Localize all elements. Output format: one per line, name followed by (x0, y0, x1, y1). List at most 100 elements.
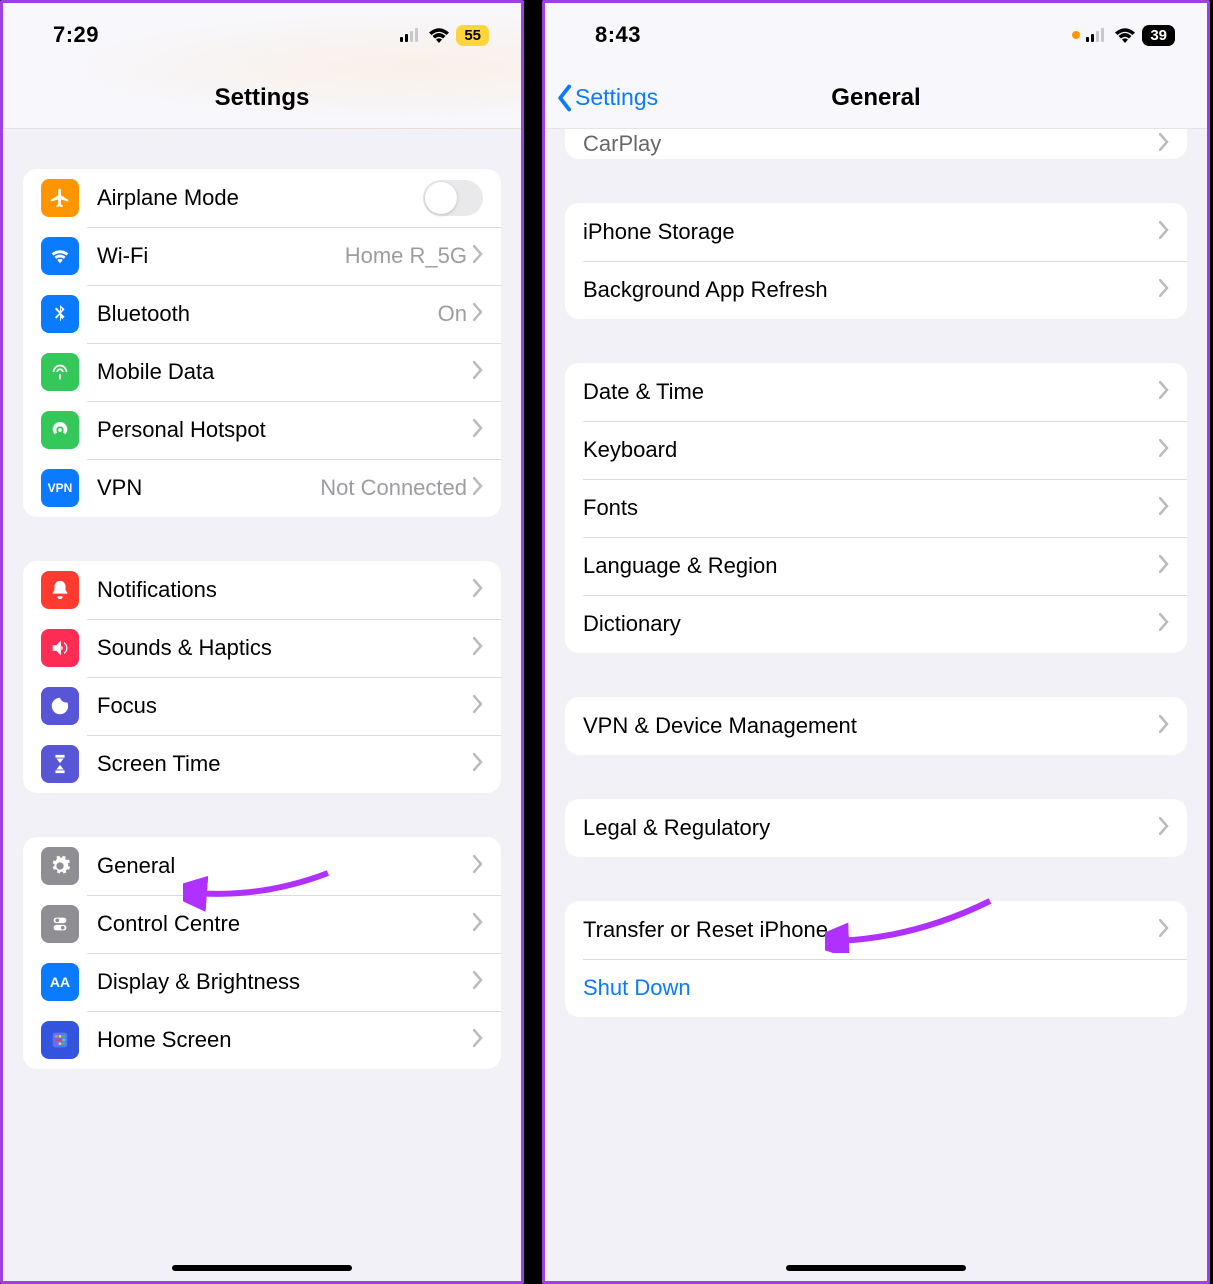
airplane-toggle[interactable] (423, 180, 483, 216)
back-button[interactable]: Settings (555, 67, 658, 128)
settings-content[interactable]: Airplane Mode Wi-Fi Home R_5G Bluetooth … (3, 129, 521, 1069)
status-time: 8:43 (595, 22, 641, 48)
group-partial: CarPlay (565, 129, 1187, 159)
row-label: Shut Down (583, 975, 1169, 1001)
row-label: Language & Region (583, 553, 1159, 579)
wifi-icon (428, 27, 450, 43)
nav-header: Settings General (545, 67, 1207, 129)
row-control-centre[interactable]: Control Centre (23, 895, 501, 953)
chevron-right-icon (1159, 131, 1169, 157)
group-vpn: VPN & Device Management (565, 697, 1187, 755)
row-iphone-storage[interactable]: iPhone Storage (565, 203, 1187, 261)
row-label: Dictionary (583, 611, 1159, 637)
home-indicator[interactable] (786, 1265, 966, 1271)
notifications-icon (41, 571, 79, 609)
home-screen-icon (41, 1021, 79, 1059)
vpn-icon: VPN (41, 469, 79, 507)
row-fonts[interactable]: Fonts (565, 479, 1187, 537)
row-shut-down[interactable]: Shut Down (565, 959, 1187, 1017)
focus-icon (41, 687, 79, 725)
row-home-screen[interactable]: Home Screen (23, 1011, 501, 1069)
chevron-right-icon (1159, 495, 1169, 521)
cellular-icon (400, 28, 422, 42)
group-legal: Legal & Regulatory (565, 799, 1187, 857)
chevron-right-icon (473, 577, 483, 603)
row-vpn[interactable]: VPN VPN Not Connected (23, 459, 501, 517)
status-icons: 39 (1072, 25, 1175, 46)
row-label: Personal Hotspot (97, 417, 473, 443)
screen-time-icon (41, 745, 79, 783)
hotspot-icon (41, 411, 79, 449)
home-indicator[interactable] (172, 1265, 352, 1271)
row-label: Mobile Data (97, 359, 473, 385)
chevron-right-icon (473, 359, 483, 385)
row-label: VPN (97, 475, 320, 501)
chevron-right-icon (1159, 219, 1169, 245)
display-icon: AA (41, 963, 79, 1001)
row-label: Screen Time (97, 751, 473, 777)
chevron-right-icon (473, 243, 483, 269)
row-dictionary[interactable]: Dictionary (565, 595, 1187, 653)
row-date-time[interactable]: Date & Time (565, 363, 1187, 421)
group-reset: Transfer or Reset iPhone Shut Down (565, 901, 1187, 1017)
status-bar: 7:29 55 (3, 3, 521, 67)
group-locale: Date & Time Keyboard Fonts Language & Re… (565, 363, 1187, 653)
airplane-icon (41, 179, 79, 217)
row-label: Legal & Regulatory (583, 815, 1159, 841)
chevron-right-icon (473, 635, 483, 661)
row-label: Sounds & Haptics (97, 635, 473, 661)
row-label: Airplane Mode (97, 185, 423, 211)
row-label: CarPlay (583, 131, 1159, 157)
row-screen-time[interactable]: Screen Time (23, 735, 501, 793)
row-wifi[interactable]: Wi-Fi Home R_5G (23, 227, 501, 285)
settings-group-network: Airplane Mode Wi-Fi Home R_5G Bluetooth … (23, 169, 501, 517)
row-label: Transfer or Reset iPhone (583, 917, 1159, 943)
row-transfer-reset[interactable]: Transfer or Reset iPhone (565, 901, 1187, 959)
chevron-left-icon (555, 84, 573, 112)
chevron-right-icon (473, 751, 483, 777)
row-label: iPhone Storage (583, 219, 1159, 245)
bluetooth-icon (41, 295, 79, 333)
status-icons: 55 (400, 25, 489, 46)
settings-group-general: General Control Centre AA Display & Brig… (23, 837, 501, 1069)
chevron-right-icon (1159, 437, 1169, 463)
row-mobile-data[interactable]: Mobile Data (23, 343, 501, 401)
row-general[interactable]: General (23, 837, 501, 895)
row-display-brightness[interactable]: AA Display & Brightness (23, 953, 501, 1011)
phone-general: 8:43 39 Settings General CarPlay iPhone … (542, 0, 1210, 1284)
chevron-right-icon (473, 1027, 483, 1053)
row-personal-hotspot[interactable]: Personal Hotspot (23, 401, 501, 459)
row-label: Keyboard (583, 437, 1159, 463)
page-title: Settings (215, 84, 310, 112)
row-background-app-refresh[interactable]: Background App Refresh (565, 261, 1187, 319)
row-keyboard[interactable]: Keyboard (565, 421, 1187, 479)
cellular-icon (1086, 28, 1108, 42)
battery-indicator: 55 (456, 25, 489, 46)
chevron-right-icon (1159, 611, 1169, 637)
nav-header: Settings (3, 67, 521, 129)
row-focus[interactable]: Focus (23, 677, 501, 735)
chevron-right-icon (1159, 917, 1169, 943)
cellular-data-icon (41, 353, 79, 391)
row-vpn-device-mgmt[interactable]: VPN & Device Management (565, 697, 1187, 755)
back-label: Settings (575, 84, 658, 111)
row-bluetooth[interactable]: Bluetooth On (23, 285, 501, 343)
row-carplay[interactable]: CarPlay (565, 129, 1187, 159)
wifi-icon (1114, 27, 1136, 43)
row-detail: Not Connected (320, 475, 467, 501)
row-notifications[interactable]: Notifications (23, 561, 501, 619)
general-content[interactable]: CarPlay iPhone Storage Background App Re… (545, 129, 1207, 1017)
chevron-right-icon (473, 911, 483, 937)
chevron-right-icon (1159, 815, 1169, 841)
row-sounds[interactable]: Sounds & Haptics (23, 619, 501, 677)
chevron-right-icon (1159, 553, 1169, 579)
row-airplane-mode[interactable]: Airplane Mode (23, 169, 501, 227)
wifi-row-icon (41, 237, 79, 275)
row-legal-regulatory[interactable]: Legal & Regulatory (565, 799, 1187, 857)
chevron-right-icon (473, 301, 483, 327)
row-label: Background App Refresh (583, 277, 1159, 303)
row-language-region[interactable]: Language & Region (565, 537, 1187, 595)
status-time: 7:29 (53, 22, 99, 48)
row-label: Home Screen (97, 1027, 473, 1053)
row-label: Date & Time (583, 379, 1159, 405)
